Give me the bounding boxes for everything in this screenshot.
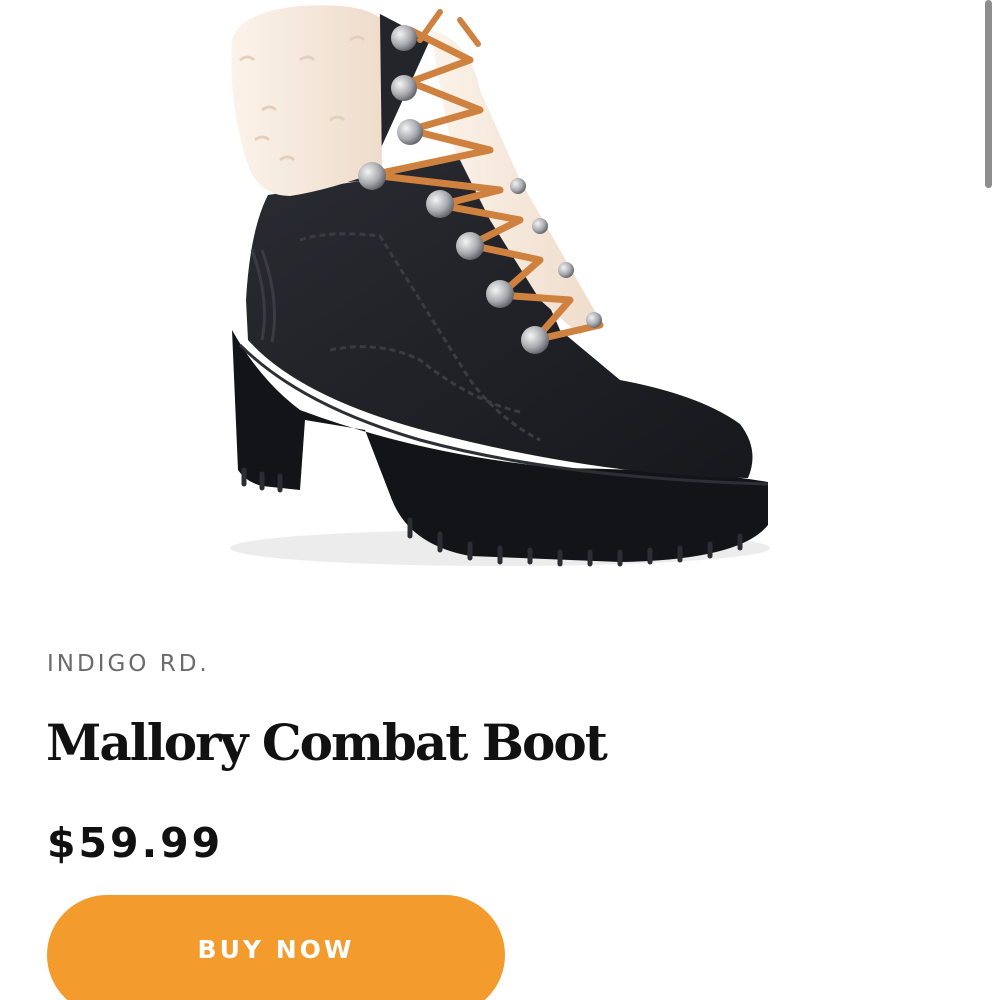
product-page: INDIGO RD. Mallory Combat Boot $59.99 BU…	[0, 0, 1000, 1000]
buy-now-button[interactable]: BUY NOW	[47, 895, 505, 1000]
product-title: Mallory Combat Boot	[46, 713, 608, 772]
product-price: $59.99	[47, 819, 224, 867]
scrollbar[interactable]	[985, 0, 992, 188]
product-image[interactable]	[0, 0, 1000, 600]
buy-now-label: BUY NOW	[197, 935, 355, 964]
brand-name[interactable]: INDIGO RD.	[47, 648, 210, 680]
